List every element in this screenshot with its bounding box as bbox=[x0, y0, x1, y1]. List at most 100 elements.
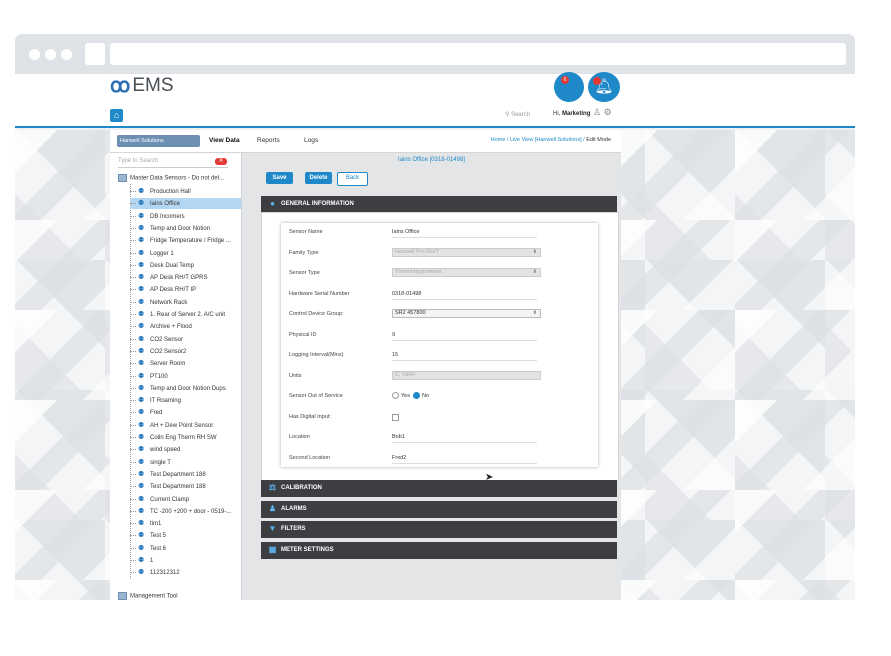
section-general-information[interactable]: ● GENERAL INFORMATION bbox=[261, 196, 617, 213]
tree-item[interactable]: ⚉ Temp and Door Notion Dups bbox=[130, 383, 241, 394]
tree-item[interactable]: ⚉ Test Department 188 bbox=[130, 469, 241, 480]
tree-item[interactable]: ⚉ PT100 bbox=[130, 371, 241, 382]
clear-search-button[interactable]: ✕ bbox=[215, 158, 227, 165]
window-dot-icon bbox=[45, 49, 56, 60]
delete-button[interactable]: Delete bbox=[305, 172, 332, 184]
form-row: Family Type Hanwell Pro RH/T ⬍ bbox=[289, 247, 589, 261]
tree-item[interactable]: ⚉ Logger 1 bbox=[130, 248, 241, 259]
ems-logo-icon: ꝏ bbox=[110, 75, 131, 97]
back-button[interactable]: Back bbox=[337, 172, 368, 186]
tree-item[interactable]: ⚉ 1 bbox=[130, 555, 241, 566]
tree-item[interactable]: ⚉ 112312312 bbox=[130, 567, 241, 578]
logging-interval-input[interactable]: 15 bbox=[392, 352, 537, 361]
tree-item-label: TC -200 +200 + door - 0519-... bbox=[150, 508, 232, 515]
sensor-icon: ⚉ bbox=[138, 557, 145, 564]
sensor-title: Iains Office [0318-01498] bbox=[398, 157, 465, 163]
tree-item[interactable]: ⚉ Fred bbox=[130, 407, 241, 418]
tree-item[interactable]: ⚉ CO2 Sensor bbox=[130, 334, 241, 345]
editor-pane: Iains Office [0318-01498] Save Delete Ba… bbox=[242, 153, 621, 600]
tree-root[interactable]: Master Data Sensors - Do not del... bbox=[118, 174, 224, 182]
tree-item[interactable]: ⚉ CO2 Sensor2 bbox=[130, 346, 241, 357]
field-label: Units bbox=[289, 373, 302, 379]
breadcrumb-home[interactable]: Home bbox=[491, 137, 506, 143]
user-icon[interactable]: ♙ bbox=[593, 107, 601, 117]
tree-item[interactable]: ⚉ AH + Dew Point Sensor bbox=[130, 420, 241, 431]
tree-item[interactable]: ⚉ tim1 bbox=[130, 518, 241, 529]
tree-item[interactable]: ⚉ Network Rack bbox=[130, 297, 241, 308]
tree-item[interactable]: ⚉ Desk Dual Temp bbox=[130, 260, 241, 271]
section-calibration[interactable]: ⚖ CALIBRATION bbox=[261, 480, 617, 497]
notifications-button[interactable]: 🔔︎ bbox=[588, 72, 620, 102]
nav-view-data[interactable]: View Data bbox=[209, 137, 240, 144]
tree-item[interactable]: ⚉ Temp and Door Notion bbox=[130, 223, 241, 234]
tree-item[interactable]: ⚉ Archive + Flood bbox=[130, 321, 241, 332]
breadcrumb-live-view[interactable]: Live View [Hanwell Solutions] bbox=[510, 137, 582, 143]
tree-item[interactable]: ⚉ Fridge Temperature / Fridge ... bbox=[130, 235, 241, 246]
sensor-icon: ⚉ bbox=[138, 470, 145, 478]
device-group-select[interactable]: SR2 457800 ⬍ bbox=[392, 309, 541, 318]
tree-item[interactable]: ⚉ single T bbox=[130, 457, 241, 468]
tree-item[interactable]: ⚉ Server Room bbox=[130, 358, 241, 369]
serial-number-input[interactable]: 0318-01498 bbox=[392, 291, 537, 300]
form-row: Second Location Fred2 bbox=[289, 452, 589, 466]
tree-item[interactable]: ⚉ TC -200 +200 + door - 0519-... bbox=[130, 506, 241, 517]
tree-item[interactable]: ⚉ wind speed bbox=[130, 444, 241, 455]
sensor-icon: ⚉ bbox=[138, 483, 145, 491]
tree-item-label: DB Incomers bbox=[150, 213, 185, 220]
tree-item-label: Fridge Temperature / Fridge ... bbox=[150, 238, 231, 245]
physical-id-input[interactable]: 9 bbox=[392, 332, 537, 341]
tree-search-input[interactable]: Type to Search bbox=[118, 158, 228, 168]
tree-item-label: tim1 bbox=[150, 521, 162, 528]
section-label: GENERAL INFORMATION bbox=[281, 201, 354, 207]
tree-item[interactable]: ⚉ AP Desk RH/T GPRS bbox=[130, 272, 241, 283]
nav-reports[interactable]: Reports bbox=[257, 137, 280, 144]
radio-no[interactable] bbox=[413, 392, 421, 399]
location-input[interactable]: Bob1 bbox=[392, 434, 537, 443]
user-actions: ♙ ⚙ bbox=[593, 107, 612, 118]
tree-item[interactable]: ⚉ DB Incomers bbox=[130, 211, 241, 222]
tree-item[interactable]: ⚉ Production Hall bbox=[130, 186, 241, 197]
tree-item[interactable]: ⚉ Iains Office bbox=[130, 198, 241, 210]
second-location-input[interactable]: Fred2 bbox=[392, 455, 537, 464]
nav-logs[interactable]: Logs bbox=[304, 137, 318, 144]
browser-tab[interactable] bbox=[85, 43, 105, 65]
tree-item[interactable]: ⚉ Colin Eng Therm RH SW bbox=[130, 432, 241, 443]
chevron-down-icon: ⬍ bbox=[532, 249, 537, 255]
sensor-icon: ⚉ bbox=[138, 188, 145, 195]
tree-management-tool[interactable]: Management Tool bbox=[118, 592, 178, 600]
tree-item[interactable]: ⚉ 1. Rear of Server 2. A/C unit bbox=[130, 309, 241, 320]
tree-item[interactable]: ⚉ Test 5 bbox=[130, 530, 241, 541]
user-greeting: Hi, Marketing bbox=[553, 111, 590, 117]
tree-item-label: 112312312 bbox=[150, 570, 180, 577]
tree-item[interactable]: ⚉ Current Clamp bbox=[130, 494, 241, 505]
home-button[interactable]: ⌂ bbox=[110, 109, 123, 122]
digital-input-checkbox[interactable] bbox=[392, 414, 399, 421]
management-tool-label: Management Tool bbox=[130, 593, 178, 600]
tree-item-label: Desk Dual Temp bbox=[150, 262, 194, 269]
section-filters[interactable]: ▼ FILTERS bbox=[261, 521, 617, 538]
tree-item[interactable]: ⚉ AP Desk RH/T IP bbox=[130, 284, 241, 295]
tree-item-label: AP Desk RH/T GPRS bbox=[150, 275, 208, 282]
tree-item[interactable]: ⚉ Test Department 188 bbox=[130, 481, 241, 492]
gear-icon[interactable]: ⚙ bbox=[604, 107, 612, 117]
section-label: ALARMS bbox=[281, 506, 307, 512]
device-group-value: SR2 457800 bbox=[395, 310, 426, 316]
save-button[interactable]: Save bbox=[266, 172, 293, 184]
tree-item-label: Current Clamp bbox=[150, 496, 190, 503]
tree-item-label: wind speed bbox=[150, 447, 181, 454]
section-alarms[interactable]: ♟ ALARMS bbox=[261, 501, 617, 518]
tree-item-label: Iains Office bbox=[150, 201, 180, 208]
sensor-name-input[interactable]: Iains Office bbox=[392, 229, 537, 238]
header-search[interactable]: ⚲ Search bbox=[505, 111, 530, 118]
address-bar[interactable] bbox=[110, 43, 846, 65]
org-selector[interactable]: Hanwell Solutions bbox=[117, 135, 200, 147]
info-icon: ● bbox=[270, 198, 275, 208]
radio-yes[interactable] bbox=[392, 392, 399, 399]
tree-item[interactable]: ⚉ Test 6 bbox=[130, 543, 241, 554]
sensor-icon: ⚉ bbox=[138, 397, 145, 405]
form-row: Logging Interval(Mins) 15 bbox=[289, 349, 589, 363]
tree-item[interactable]: ⚉ IT Roaming bbox=[130, 395, 241, 406]
tree-item-label: single T bbox=[150, 459, 171, 466]
section-meter-settings[interactable]: ▦ METER SETTINGS bbox=[261, 542, 617, 559]
chat-button[interactable] bbox=[554, 72, 584, 102]
